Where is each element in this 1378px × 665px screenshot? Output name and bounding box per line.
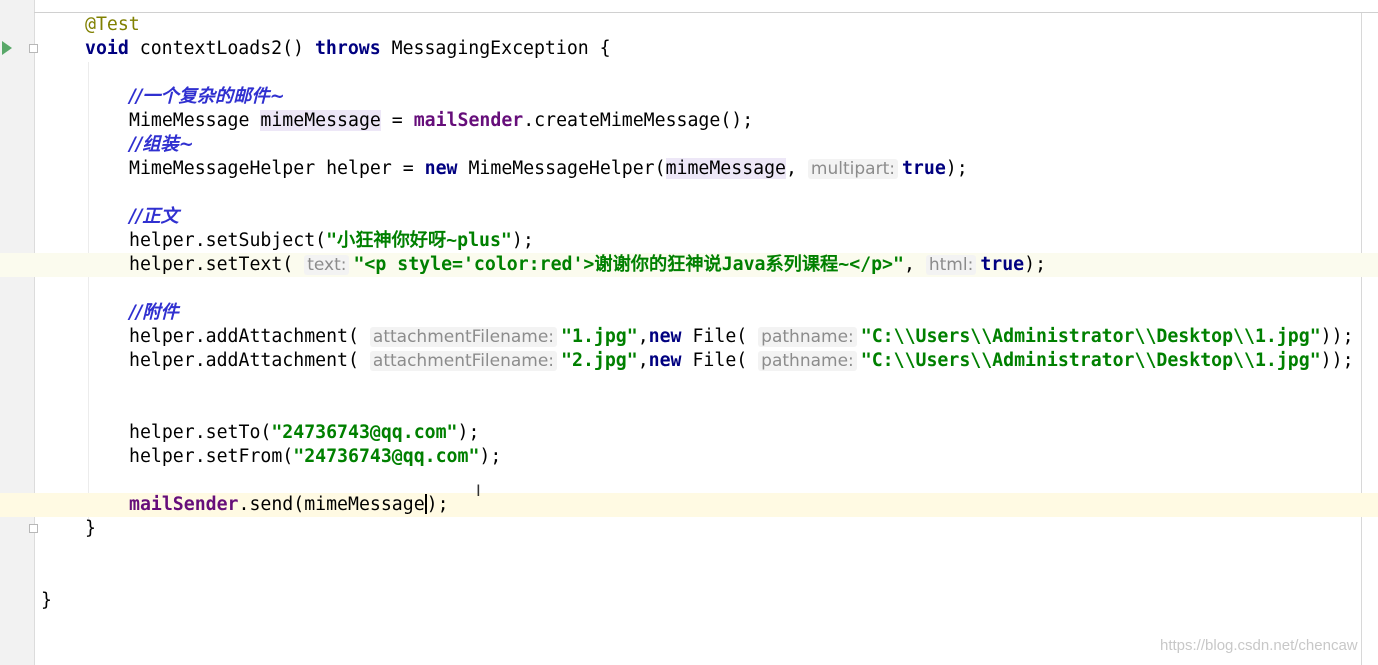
keyword-new: new bbox=[424, 158, 458, 179]
code-text: , bbox=[637, 350, 649, 371]
brace: } bbox=[41, 590, 52, 611]
code-line-attachment-2: helper.addAttachment( attachmentFilename… bbox=[129, 349, 1354, 373]
type-name: MimeMessage bbox=[129, 110, 261, 131]
parameter-hint: pathname: bbox=[758, 351, 857, 371]
fold-icon[interactable] bbox=[29, 44, 38, 53]
code-text: ); bbox=[479, 446, 502, 467]
code-line-helper: MimeMessageHelper helper = new MimeMessa… bbox=[129, 157, 968, 181]
code-line-settext: helper.setText( text: "<p style='color:re… bbox=[129, 253, 1046, 277]
editor-top-border bbox=[34, 12, 1378, 13]
watermark: https://blog.csdn.net/chencaw bbox=[1160, 637, 1358, 654]
code-text: helper.setFrom( bbox=[129, 446, 294, 467]
right-margin-guide bbox=[1361, 13, 1362, 665]
code-text: , bbox=[786, 158, 808, 179]
code-text: )); bbox=[1320, 350, 1354, 371]
test-annotation: @Test bbox=[85, 14, 140, 35]
local-variable: mimeMessage bbox=[260, 110, 381, 131]
string-literal: "2.jpg" bbox=[561, 350, 638, 371]
code-line-mime: MimeMessage mimeMessage = mailSender.cre… bbox=[129, 109, 753, 133]
parameter-hint: pathname: bbox=[758, 327, 857, 347]
string-literal: "24736743@qq.com" bbox=[271, 422, 458, 443]
comment-body: //正文 bbox=[129, 206, 179, 227]
code-line-send[interactable]: mailSender.send(mimeMessage); bbox=[129, 493, 449, 517]
string-literal: "C:\\Users\\Administrator\\Desktop\\1.jp… bbox=[860, 326, 1321, 347]
string-literal: "24736743@qq.com" bbox=[293, 446, 480, 467]
comment-complex-mail: //一个复杂的邮件~ bbox=[129, 86, 285, 107]
code-line-subject: helper.setSubject("小狂神你好呀~plus"); bbox=[129, 229, 534, 253]
comment-line: //组装~ bbox=[129, 133, 194, 157]
string-literal: "小狂神你好呀~plus" bbox=[326, 230, 512, 251]
string-literal: "<p style='color:red'>谢谢你的狂神说Java系列课程~</… bbox=[353, 254, 904, 275]
keyword-new: new bbox=[648, 350, 682, 371]
code-text: MimeMessageHelper helper = bbox=[129, 158, 425, 179]
parameter-hint: text: bbox=[304, 255, 350, 275]
code-line-setto: helper.setTo("24736743@qq.com"); bbox=[129, 421, 479, 445]
string-literal: "C:\\Users\\Administrator\\Desktop\\1.jp… bbox=[860, 350, 1321, 371]
code-text: helper.addAttachment( bbox=[129, 350, 359, 371]
code-text: , bbox=[637, 326, 649, 347]
comment-line: //附件 bbox=[129, 301, 179, 325]
comment-attachment: //附件 bbox=[129, 302, 179, 323]
code-text: MimeMessageHelper( bbox=[457, 158, 666, 179]
code-text: , bbox=[903, 254, 926, 275]
string-literal: "1.jpg" bbox=[561, 326, 638, 347]
keyword-void: void bbox=[85, 38, 129, 59]
fold-end-icon[interactable] bbox=[29, 524, 38, 533]
keyword-throws: throws bbox=[314, 38, 381, 59]
comment-line: //一个复杂的邮件~ bbox=[129, 85, 285, 109]
exception-type: MessagingException { bbox=[380, 38, 611, 59]
parameter-hint: html: bbox=[925, 255, 977, 275]
code-text: )); bbox=[1320, 326, 1354, 347]
comment-line: //正文 bbox=[129, 205, 179, 229]
code-text: helper.setTo( bbox=[129, 422, 272, 443]
code-text: File( bbox=[681, 350, 748, 371]
field-mailsender: mailSender bbox=[413, 110, 524, 131]
method-call: .createMimeMessage(); bbox=[523, 110, 754, 131]
code-text: File( bbox=[681, 326, 748, 347]
field-mailsender: mailSender bbox=[129, 494, 239, 515]
comment-assemble: //组装~ bbox=[129, 134, 194, 155]
editor-gutter bbox=[0, 0, 35, 665]
code-line-setfrom: helper.setFrom("24736743@qq.com"); bbox=[129, 445, 501, 469]
class-close-brace: } bbox=[41, 589, 52, 613]
local-variable: mimeMessage bbox=[665, 158, 787, 179]
code-text: ); bbox=[426, 494, 449, 515]
code-text: helper.setSubject( bbox=[129, 230, 327, 251]
code-text: ); bbox=[945, 158, 968, 179]
parameter-hint: multipart: bbox=[807, 159, 898, 179]
code-text: helper.setText( bbox=[129, 254, 294, 275]
parameter-hint: attachmentFilename: bbox=[369, 327, 558, 347]
annotation-line: @Test bbox=[85, 13, 140, 37]
keyword-true: true bbox=[980, 254, 1025, 275]
code-text: ); bbox=[1024, 254, 1047, 275]
indent-guide bbox=[88, 62, 89, 522]
keyword-true: true bbox=[901, 158, 946, 179]
method-signature-line: void contextLoads2() throws MessagingExc… bbox=[85, 37, 611, 61]
brace: } bbox=[85, 518, 96, 539]
run-test-icon[interactable] bbox=[2, 41, 12, 55]
code-text: ); bbox=[457, 422, 480, 443]
parameter-hint: attachmentFilename: bbox=[369, 351, 558, 371]
method-name: contextLoads2() bbox=[128, 38, 315, 59]
code-text: ); bbox=[511, 230, 534, 251]
code-line-attachment-1: helper.addAttachment( attachmentFilename… bbox=[129, 325, 1354, 349]
code-text: .send(mimeMessage bbox=[238, 494, 425, 515]
keyword-new: new bbox=[648, 326, 682, 347]
operator: = bbox=[380, 110, 414, 131]
text-cursor-icon: I bbox=[476, 481, 481, 500]
code-text: helper.addAttachment( bbox=[129, 326, 359, 347]
method-close-brace: } bbox=[85, 517, 96, 541]
